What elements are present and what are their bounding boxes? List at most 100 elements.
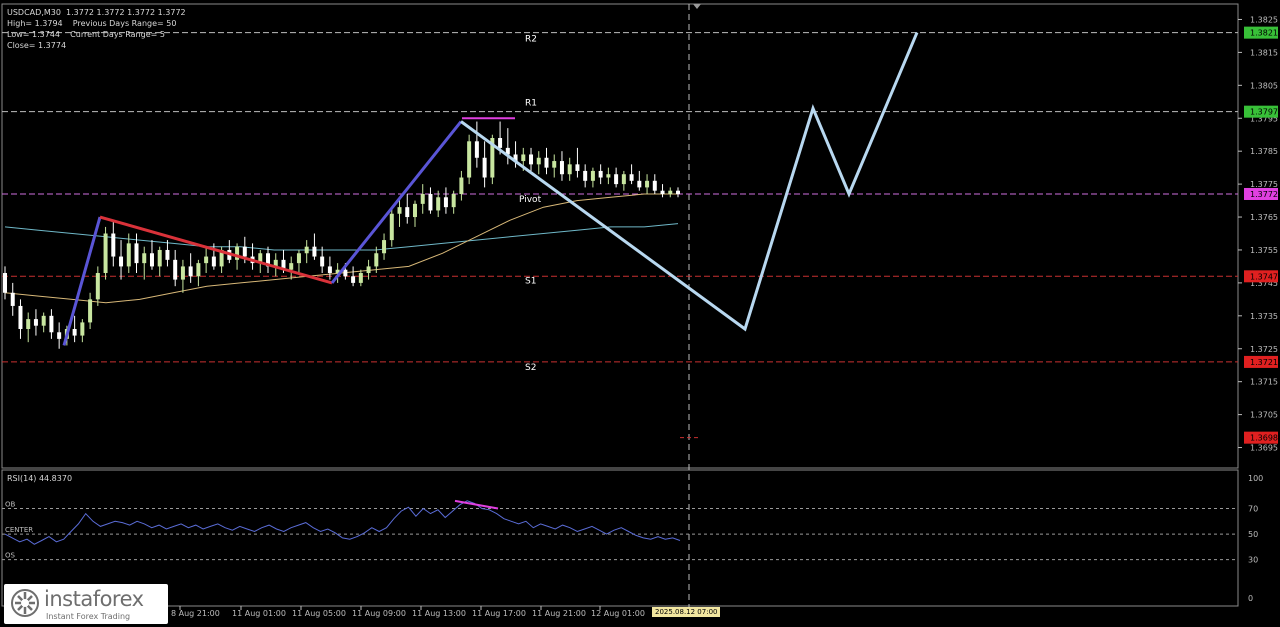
candle-body <box>351 276 356 283</box>
header-close-line: Close= 1.3774 <box>7 41 67 50</box>
rsi-label: RSI(14) 44.8370 <box>7 474 73 483</box>
candle-body <box>358 273 363 283</box>
candle-body <box>57 332 62 339</box>
candle-body <box>544 157 549 168</box>
candle-body <box>41 315 46 326</box>
candle-body <box>296 253 301 264</box>
candle-body <box>420 193 425 204</box>
candle-body <box>18 305 23 329</box>
candle-body <box>312 246 317 257</box>
header-high-line: High= 1.3794 Previous Days Range= 50 <box>7 19 177 28</box>
chart-background <box>0 0 1280 627</box>
level-label-s1: S1 <box>525 276 536 286</box>
time-tick-label: 11 Aug 21:00 <box>532 609 586 618</box>
candle-body <box>567 164 572 175</box>
candle-body <box>327 266 332 274</box>
candle-body <box>397 207 402 214</box>
instaforex-logo-icon <box>11 589 39 617</box>
rsi-tick-label: 30 <box>1248 556 1258 565</box>
candle-body <box>389 213 394 241</box>
candle-body <box>412 203 417 218</box>
rsi-tick-label: 70 <box>1248 505 1258 514</box>
time-tick-label: 11 Aug 17:00 <box>472 609 526 618</box>
candle-body <box>529 154 534 165</box>
price-tick-label: 1.3715 <box>1250 378 1278 387</box>
candle-body <box>459 177 464 194</box>
candle-body <box>188 266 193 277</box>
candle-body <box>320 256 325 267</box>
candle-body <box>196 263 201 277</box>
candle-body <box>467 141 472 178</box>
candle-body <box>652 180 657 191</box>
instaforex-watermark: instaforex Instant Forex Trading <box>4 584 168 624</box>
candle-body <box>451 193 456 208</box>
candle-body <box>536 157 541 165</box>
candle-body <box>521 154 526 162</box>
candle-body <box>366 266 371 274</box>
candle-body <box>80 322 85 336</box>
candle-body <box>374 253 379 267</box>
time-tick-label: 11 Aug 09:00 <box>352 609 406 618</box>
watermark-name: instaforex <box>44 587 144 611</box>
candle-body <box>382 240 387 254</box>
level-label-r1: R1 <box>525 99 537 109</box>
price-tick-label: 1.3785 <box>1250 147 1278 156</box>
candle-body <box>637 180 642 188</box>
candle-body <box>3 273 7 293</box>
price-tick-label: 1.3705 <box>1250 411 1278 420</box>
candle-body <box>614 174 619 185</box>
candle-body <box>590 170 595 181</box>
candle-body <box>49 315 54 333</box>
candle-body <box>575 164 580 171</box>
price-tag-label: 1.3747 <box>1250 272 1278 281</box>
candle-body <box>428 193 433 211</box>
price-tag-label: 1.3721 <box>1250 358 1278 367</box>
rsi-level-label-os: OS <box>5 552 16 560</box>
header-low-line: Low= 1.3744 Current Days Range= 5 <box>7 30 165 39</box>
candle-body <box>598 170 603 178</box>
price-tick-label: 1.3755 <box>1250 246 1278 255</box>
candle-body <box>668 190 673 194</box>
time-tick-label: 11 Aug 05:00 <box>292 609 346 618</box>
price-tick-label: 1.3735 <box>1250 312 1278 321</box>
candle-body <box>304 246 309 254</box>
candle-body <box>134 243 139 264</box>
price-tick-label: 1.3775 <box>1250 180 1278 189</box>
level-label-s2: S2 <box>525 363 536 373</box>
candle-body <box>165 249 170 260</box>
current-time-badge: 2025.08.12 07:00 <box>652 607 721 617</box>
candle-body <box>26 319 31 329</box>
candle-body <box>95 273 100 300</box>
candle-body <box>629 174 634 181</box>
candle-body <box>72 328 77 336</box>
rsi-tick-label: 0 <box>1248 594 1253 603</box>
level-label-r2: R2 <box>525 35 537 45</box>
candle-body <box>498 138 503 148</box>
candle-body <box>111 233 116 257</box>
price-tag-label: 1.3821 <box>1250 29 1278 38</box>
candle-body <box>10 292 15 306</box>
time-tick-label: 8 Aug 21:00 <box>171 609 220 618</box>
time-tick-label: 12 Aug 01:00 <box>591 609 645 618</box>
candle-body <box>142 253 147 264</box>
candle-body <box>343 269 348 277</box>
price-tick-label: 1.3765 <box>1250 213 1278 222</box>
candle-body <box>149 253 154 267</box>
price-tick-label: 1.3825 <box>1250 15 1278 24</box>
candle-body <box>621 174 626 185</box>
price-tag-label: 1.3772 <box>1250 190 1278 199</box>
time-tick-label: 11 Aug 01:00 <box>232 609 286 618</box>
watermark-tagline: Instant Forex Trading <box>46 612 131 621</box>
candle-body <box>33 319 38 326</box>
rsi-tick-label: 50 <box>1248 530 1258 539</box>
candle-body <box>242 246 247 257</box>
chart-canvas: R2R1PivotS1S2 1.38251.38151.38051.37951.… <box>0 0 1280 627</box>
rsi-level-label-ob: OB <box>5 501 16 509</box>
price-tag-label: 1.3797 <box>1250 108 1278 117</box>
rsi-tick-label: 100 <box>1248 474 1263 483</box>
candle-body <box>583 170 588 181</box>
candle-body <box>606 174 611 178</box>
candle-body <box>676 190 680 194</box>
price-tick-label: 1.3805 <box>1250 81 1278 90</box>
candle-body <box>559 161 564 175</box>
